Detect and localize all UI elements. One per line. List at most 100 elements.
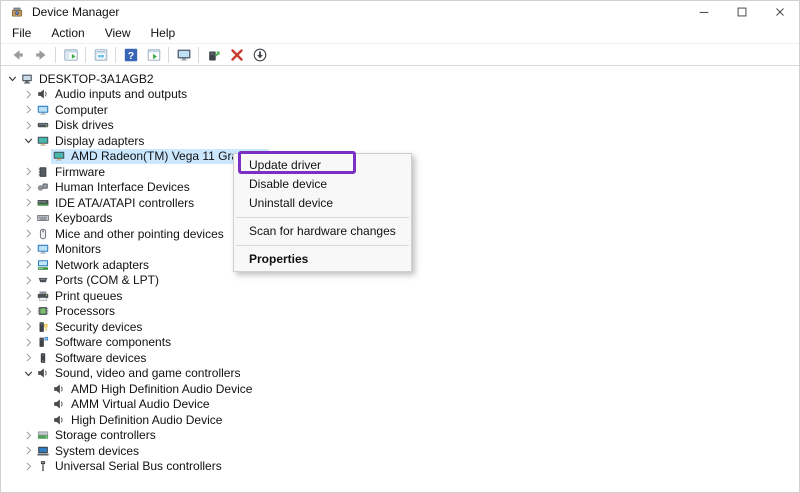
tree-item[interactable]: Mice and other pointing devices <box>35 226 227 242</box>
tree-item-label: Computer <box>55 103 108 117</box>
tree-row[interactable]: Sound, video and game controllers <box>1 366 799 382</box>
chevron-down-icon[interactable] <box>21 366 35 380</box>
tree-row[interactable]: Storage controllers <box>1 428 799 444</box>
tree-item[interactable]: Monitors <box>35 242 104 258</box>
storage-icon <box>35 428 51 442</box>
tree-row[interactable]: Security devices <box>1 319 799 335</box>
chevron-right-icon[interactable] <box>21 444 35 458</box>
tree-row[interactable]: AMM Virtual Audio Device <box>1 397 799 413</box>
tree-row[interactable]: Ports (COM & LPT) <box>1 273 799 289</box>
chevron-right-icon[interactable] <box>21 165 35 179</box>
tree-item[interactable]: Software devices <box>35 350 149 366</box>
tree-item[interactable]: High Definition Audio Device <box>51 412 225 428</box>
scan-hardware-button[interactable] <box>172 45 195 65</box>
tree-row[interactable]: Disk drives <box>1 118 799 134</box>
tree-row[interactable]: Universal Serial Bus controllers <box>1 459 799 475</box>
port-icon <box>35 273 51 287</box>
action-pane-button[interactable] <box>142 45 165 65</box>
tree-item[interactable]: Software components <box>35 335 174 351</box>
chevron-right-icon[interactable] <box>21 196 35 210</box>
tree-item[interactable]: Human Interface Devices <box>35 180 193 196</box>
chevron-right-icon[interactable] <box>21 273 35 287</box>
tree-item[interactable]: Security devices <box>35 319 145 335</box>
tree-row[interactable]: Audio inputs and outputs <box>1 87 799 103</box>
tree-row[interactable]: DESKTOP-3A1AGB2 <box>1 71 799 87</box>
tree-row[interactable]: Print queues <box>1 288 799 304</box>
menu-view[interactable]: View <box>95 23 141 43</box>
software-component-icon <box>35 335 51 349</box>
context-menu-item-uninstall-device[interactable]: Uninstall device <box>234 194 411 213</box>
speaker-icon <box>51 397 67 411</box>
chevron-right-icon[interactable] <box>21 351 35 365</box>
forward-button[interactable] <box>29 45 52 65</box>
chevron-right-icon[interactable] <box>21 242 35 256</box>
tree-row[interactable]: High Definition Audio Device <box>1 412 799 428</box>
help-button[interactable]: ? <box>119 45 142 65</box>
tree-item[interactable]: Sound, video and game controllers <box>35 366 243 382</box>
minimize-button[interactable] <box>685 1 723 23</box>
back-button[interactable] <box>6 45 29 65</box>
context-menu-item-update-driver[interactable]: Update driver <box>234 156 411 175</box>
chevron-right-icon[interactable] <box>21 335 35 349</box>
show-console-tree-button[interactable] <box>59 45 82 65</box>
chevron-right-icon[interactable] <box>21 211 35 225</box>
tree-item-label: Disk drives <box>55 118 114 132</box>
maximize-button[interactable] <box>723 1 761 23</box>
tree-item[interactable]: Keyboards <box>35 211 115 227</box>
context-menu-item-disable-device[interactable]: Disable device <box>234 175 411 194</box>
menu-help[interactable]: Help <box>141 23 186 43</box>
tree-row[interactable]: Display adapters <box>1 133 799 149</box>
tree-item[interactable]: Network adapters <box>35 257 152 273</box>
tree-row[interactable]: AMD High Definition Audio Device <box>1 381 799 397</box>
tree-row[interactable]: Processors <box>1 304 799 320</box>
menu-action[interactable]: Action <box>41 23 94 43</box>
tree-item[interactable]: AMM Virtual Audio Device <box>51 397 213 413</box>
tree-item[interactable]: IDE ATA/ATAPI controllers <box>35 195 197 211</box>
chevron-down-icon[interactable] <box>21 134 35 148</box>
chevron-right-icon[interactable] <box>21 103 35 117</box>
usb-icon <box>35 459 51 473</box>
chevron-right-icon[interactable] <box>21 304 35 318</box>
tree-item[interactable]: DESKTOP-3A1AGB2 <box>19 71 157 87</box>
tree-item[interactable]: Print queues <box>35 288 125 304</box>
tree-item[interactable]: Ports (COM & LPT) <box>35 273 162 289</box>
menu-file[interactable]: File <box>2 23 41 43</box>
tree-row[interactable]: Software components <box>1 335 799 351</box>
properties-button[interactable] <box>89 45 112 65</box>
chevron-right-icon[interactable] <box>21 289 35 303</box>
tree-item[interactable]: Storage controllers <box>35 428 159 444</box>
chevron-right-icon[interactable] <box>21 459 35 473</box>
tree-item[interactable]: Computer <box>35 102 111 118</box>
tree-item[interactable]: Processors <box>35 304 118 320</box>
tree-item[interactable]: Display adapters <box>35 133 147 149</box>
chevron-right-icon[interactable] <box>21 258 35 272</box>
tree-row[interactable]: System devices <box>1 443 799 459</box>
chevron-down-icon[interactable] <box>5 72 19 86</box>
disable-button[interactable] <box>248 45 271 65</box>
tree-item[interactable]: Universal Serial Bus controllers <box>35 459 225 475</box>
window-title: Device Manager <box>32 5 119 19</box>
tree-item-label: Software components <box>55 335 171 349</box>
tree-item[interactable]: Audio inputs and outputs <box>35 87 190 103</box>
close-button[interactable] <box>761 1 799 23</box>
chevron-right-icon[interactable] <box>21 428 35 442</box>
chevron-right-icon[interactable] <box>21 87 35 101</box>
chevron-right-icon[interactable] <box>21 180 35 194</box>
chevron-right-icon[interactable] <box>21 320 35 334</box>
chevron-right-icon[interactable] <box>21 227 35 241</box>
tree-row[interactable]: Software devices <box>1 350 799 366</box>
tree-item[interactable]: Disk drives <box>35 118 117 134</box>
chevron-right-icon[interactable] <box>21 118 35 132</box>
tree-item-label: Firmware <box>55 165 105 179</box>
tree-item[interactable]: AMD High Definition Audio Device <box>51 381 255 397</box>
tree-row[interactable]: Computer <box>1 102 799 118</box>
speaker-icon <box>51 413 67 427</box>
tree-item[interactable]: Firmware <box>35 164 108 180</box>
chevron-spacer <box>37 413 51 427</box>
context-menu-item-properties[interactable]: Properties <box>234 250 411 269</box>
printer-icon <box>35 289 51 303</box>
tree-item[interactable]: System devices <box>35 443 142 459</box>
context-menu-item-scan-for-hardware-changes[interactable]: Scan for hardware changes <box>234 222 411 241</box>
uninstall-button[interactable] <box>225 45 248 65</box>
update-driver-button[interactable] <box>202 45 225 65</box>
